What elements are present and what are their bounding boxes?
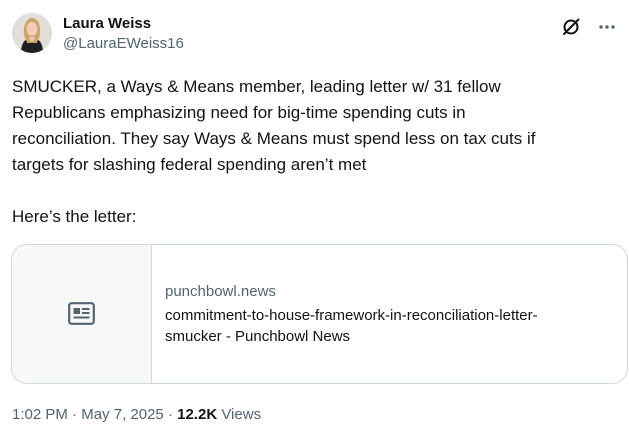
author-handle[interactable]: @LauraEWeiss16 (63, 34, 184, 54)
avatar-image (12, 13, 52, 53)
card-title: commitment-to-house-framework-in-reconci… (165, 307, 538, 345)
more-icon (599, 25, 615, 29)
tweet-meta: 1:02 PM · May 7, 2025 · 12.2K Views (12, 405, 261, 425)
views-count: 12.2K (177, 406, 218, 423)
meta-separator: · (163, 406, 178, 423)
author-block: Laura Weiss @LauraEWeiss16 (63, 14, 184, 54)
card-domain: punchbowl.news (165, 283, 276, 300)
grok-button[interactable] (560, 16, 582, 38)
more-button[interactable] (596, 16, 618, 38)
tweet-date[interactable]: May 7, 2025 (81, 406, 164, 423)
tweet-header: Laura Weiss @LauraEWeiss16 (12, 12, 618, 60)
tweet-time[interactable]: 1:02 PM (12, 406, 68, 423)
author-display-name[interactable]: Laura Weiss (63, 14, 184, 34)
link-card[interactable]: punchbowl.news commitment-to-house-frame… (11, 244, 628, 384)
card-thumbnail (12, 245, 152, 383)
avatar[interactable] (12, 13, 52, 53)
meta-separator: · (67, 406, 82, 423)
grok-icon (563, 18, 580, 35)
article-icon (68, 302, 95, 325)
views-label: Views (217, 406, 262, 423)
card-body: punchbowl.news commitment-to-house-frame… (165, 282, 620, 347)
tweet-text: SMUCKER, a Ways & Means member, leading … (12, 77, 536, 226)
